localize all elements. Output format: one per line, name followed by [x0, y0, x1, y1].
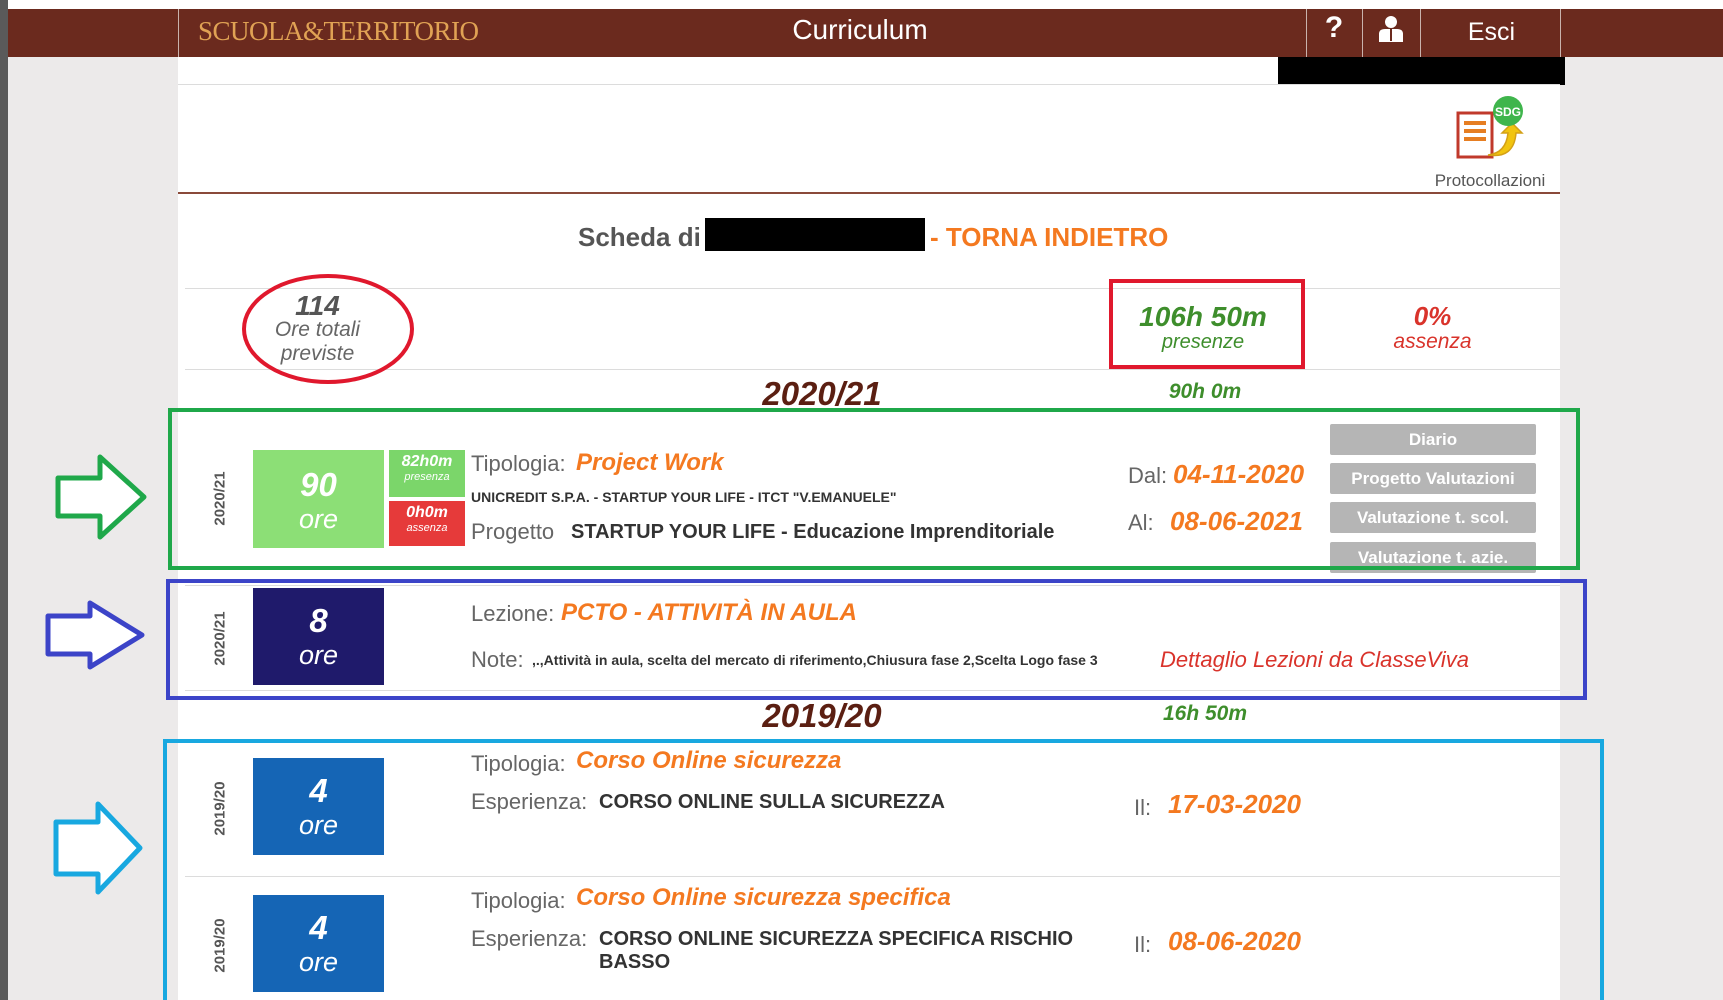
total-hours-highlight-circle	[242, 274, 414, 384]
project-work-highlight-box	[168, 408, 1580, 570]
presenze-highlight-box	[1109, 279, 1305, 369]
lezione-highlight-box	[166, 579, 1587, 700]
cyan-arrow-icon	[53, 801, 143, 895]
annotation-layer	[45, 274, 1604, 1000]
blue-arrow-icon	[45, 600, 145, 670]
green-arrow-icon	[55, 454, 147, 540]
sicurezza-highlight-box	[163, 739, 1604, 1000]
